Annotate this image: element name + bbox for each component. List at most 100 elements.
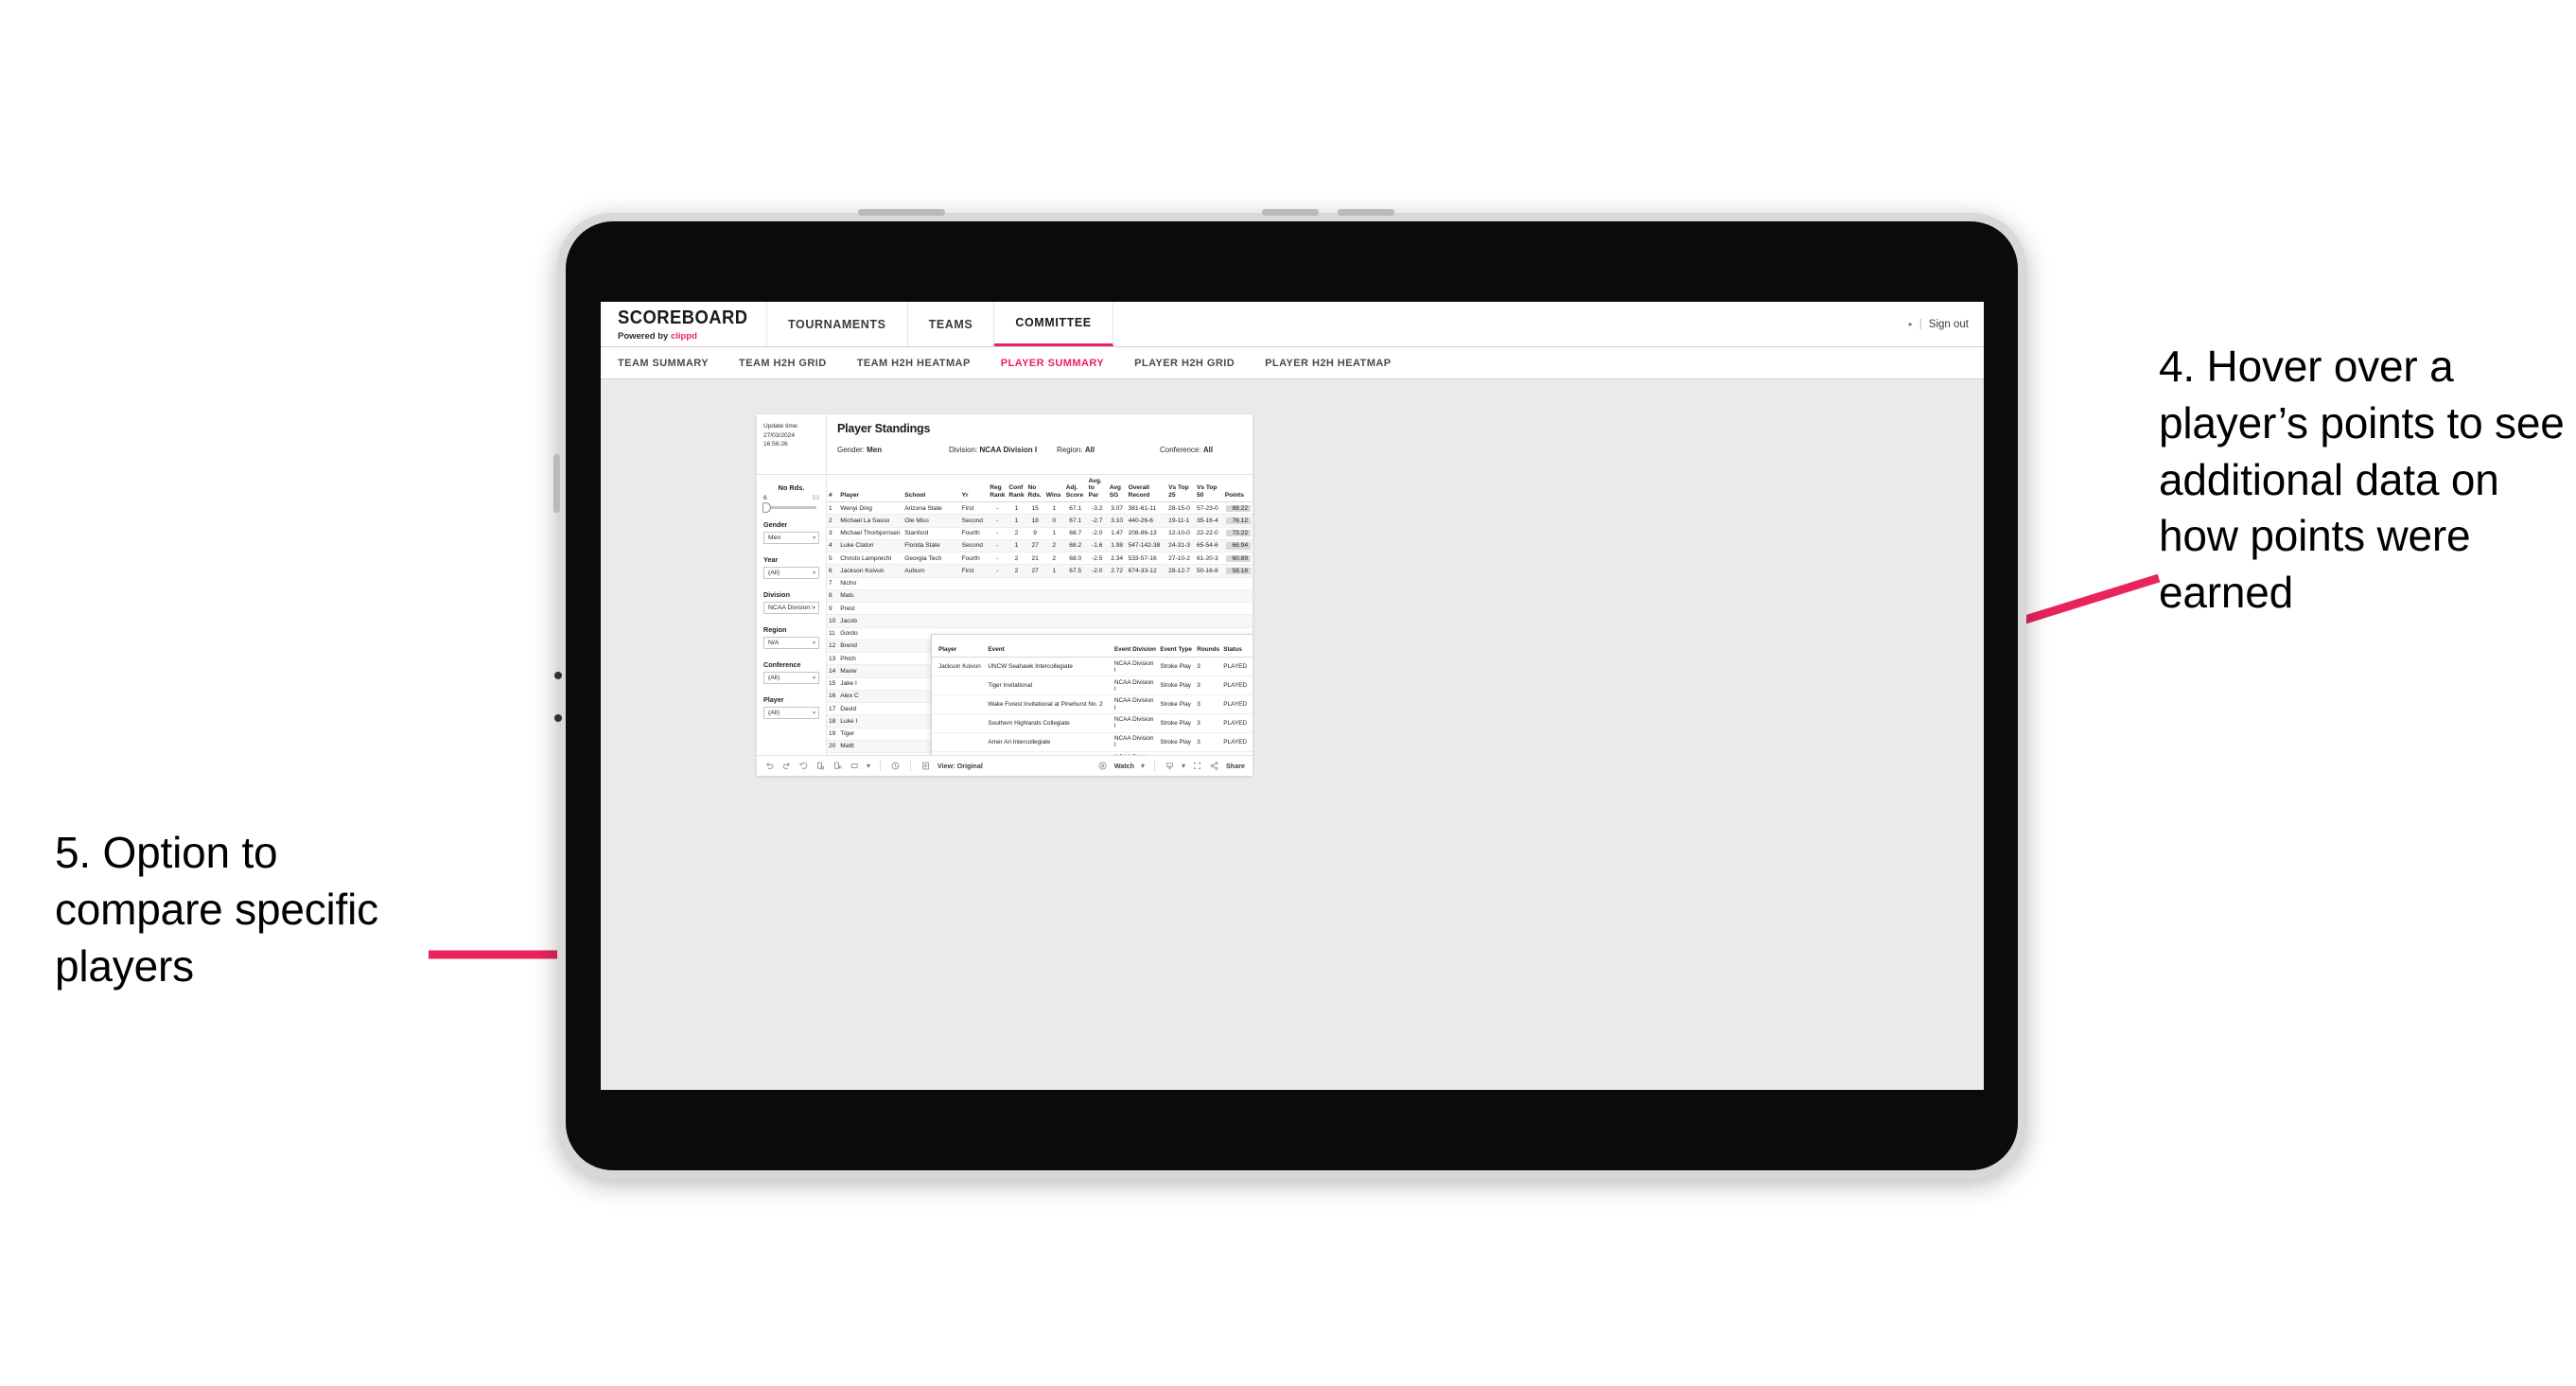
topnav-item-tournaments[interactable]: TOURNAMENTS — [767, 302, 908, 346]
table-row[interactable]: 3 Michael Thorbjornsen Stanford Fourth -2 9 1 6… — [827, 527, 1253, 540]
cell-yr: Fourth — [959, 527, 989, 540]
power-button[interactable] — [858, 209, 945, 216]
filter-group-region: Region N/A ▾ — [763, 625, 819, 649]
cell-t50: 57-23-0 — [1194, 501, 1223, 516]
tip-cell-type: Stroke Play — [1158, 694, 1196, 714]
col-rank[interactable]: # — [827, 475, 839, 503]
filter-select-division[interactable]: NCAA Division I ▾ — [763, 602, 819, 614]
cell-num: 5 — [827, 552, 839, 566]
share-label[interactable]: Share — [1226, 762, 1245, 770]
cell-reg: - — [988, 514, 1008, 528]
standings-table-wrap[interactable]: # Player School Yr Reg Rank Conf Rank No… — [827, 475, 1253, 755]
cell-rds: 15 — [1025, 501, 1044, 516]
points-badge[interactable]: 76.12 — [1226, 517, 1251, 525]
user-caret-icon[interactable]: ▸ — [1909, 320, 1913, 328]
col-player[interactable]: Player — [838, 475, 903, 503]
cell-wins: 1 — [1043, 527, 1064, 540]
sign-out-link[interactable]: Sign out — [1929, 319, 1969, 330]
volume-down-button[interactable] — [1338, 209, 1394, 216]
filter-label-player: Player — [763, 695, 784, 704]
col-yr[interactable]: Yr — [959, 475, 989, 503]
cell-school: Auburn — [902, 564, 960, 578]
tooltip-row: Southern Highlands Collegiate NCAA Divisi… — [932, 713, 1253, 733]
col-overall-record[interactable]: Overall Record — [1126, 475, 1167, 503]
view-icon[interactable] — [920, 761, 931, 771]
cell-record — [1126, 577, 1167, 590]
col-no-rds[interactable]: No Rds. — [1025, 475, 1044, 503]
view-original-label[interactable]: View: Original — [938, 762, 983, 770]
cell-school: Arizona State — [902, 501, 960, 516]
points-badge[interactable]: 58.18 — [1226, 567, 1251, 575]
side-button[interactable] — [553, 454, 560, 513]
points-badge[interactable]: 88.22 — [1226, 504, 1251, 512]
col-school[interactable]: School — [902, 475, 960, 503]
col-reg-rank[interactable]: Reg Rank — [988, 475, 1008, 503]
slider-handle[interactable] — [762, 502, 771, 513]
tip-cell-player — [932, 751, 987, 755]
cell-par: -2.7 — [1086, 514, 1108, 528]
undo-icon[interactable] — [764, 761, 775, 771]
subnav-item-team-h2h-grid[interactable]: TEAM H2H GRID — [739, 358, 842, 369]
tip-col-event: Event — [986, 635, 1113, 658]
filter-select-region[interactable]: N/A ▾ — [763, 637, 819, 649]
watch-label[interactable]: Watch — [1114, 762, 1134, 770]
tooltip-row: Tiger Invitational NCAA Division I Stroke … — [932, 675, 1253, 696]
device-caret-icon[interactable]: ▾ — [867, 762, 870, 770]
points-badge[interactable]: 73.22 — [1226, 530, 1251, 537]
col-conf-rank[interactable]: Conf Rank — [1007, 475, 1026, 503]
rounds-slider[interactable] — [762, 502, 816, 513]
subnav-item-team-summary[interactable]: TEAM SUMMARY — [618, 358, 724, 369]
cell-rds — [1025, 602, 1044, 616]
tip-cell-division: NCAA Division I — [1112, 713, 1159, 733]
table-row[interactable]: 8 Mats — [827, 589, 1253, 604]
revert-icon[interactable] — [798, 761, 809, 771]
subnav-item-player-h2h-grid[interactable]: PLAYER H2H GRID — [1134, 358, 1250, 369]
topnav-item-teams[interactable]: TEAMS — [908, 302, 995, 346]
filter-select-player[interactable]: (All) ▾ — [763, 707, 819, 719]
share-icon[interactable] — [1209, 761, 1219, 771]
cell-record — [1126, 614, 1167, 628]
filter-select-conference[interactable]: (All) ▾ — [763, 672, 819, 684]
table-row[interactable]: 1 Wenyi Ding Arizona State First -1 15 1 67.1 -3… — [827, 501, 1253, 516]
col-avg-sg[interactable]: Avg SG — [1107, 475, 1127, 503]
watch-caret-icon[interactable]: ▾ — [1141, 762, 1145, 770]
tooltip-row: The Cypress Point ClassicNCAA Division I… — [932, 751, 1253, 755]
slider-max-value: 52 — [812, 495, 819, 501]
table-row[interactable]: 6 Jackson Koivun Auburn First -2 27 1 67.5 -2.0 2… — [827, 564, 1253, 578]
col-wins[interactable]: Wins — [1043, 475, 1064, 503]
table-row[interactable]: 9 Prest — [827, 602, 1253, 616]
table-row[interactable]: 10 Jacob — [827, 614, 1253, 628]
subnav-item-player-summary[interactable]: PLAYER SUMMARY — [1001, 358, 1119, 369]
watch-icon[interactable] — [1097, 761, 1108, 771]
device-layout-icon[interactable] — [850, 761, 860, 771]
tip-cell-division: NCAA Division I — [1112, 675, 1159, 696]
col-avg-to-par[interactable]: Avg. to Par — [1086, 475, 1108, 503]
redo-icon[interactable] — [781, 761, 792, 771]
cell-num: 21 — [827, 752, 839, 755]
history-icon[interactable] — [890, 761, 901, 771]
filter-select-year[interactable]: (All) ▾ — [763, 567, 819, 579]
subnav-item-team-h2h-heatmap[interactable]: TEAM H2H HEATMAP — [857, 358, 986, 369]
col-points[interactable]: Points — [1222, 475, 1253, 503]
filter-select-gender[interactable]: Men ▾ — [763, 532, 819, 544]
col-vs-top-50[interactable]: Vs Top 50 — [1194, 475, 1223, 503]
pause-data-icon[interactable] — [832, 761, 843, 771]
cell-t50: 65-54-6 — [1194, 539, 1223, 553]
table-row[interactable]: 4 Luke Claton Florida State Second -1 27 2 68.2… — [827, 539, 1253, 553]
download-icon[interactable] — [1165, 761, 1175, 771]
col-vs-top-25[interactable]: Vs Top 25 — [1166, 475, 1195, 503]
volume-up-button[interactable] — [1262, 209, 1319, 216]
fullscreen-icon[interactable] — [1192, 761, 1202, 771]
table-row[interactable]: 5 Christo Lamprecht Georgia Tech Fourth -2 21… — [827, 552, 1253, 566]
topnav-item-committee[interactable]: COMMITTEE — [994, 302, 1113, 346]
table-row[interactable]: 7 Nicho — [827, 577, 1253, 590]
subnav-item-player-h2h-heatmap[interactable]: PLAYER H2H HEATMAP — [1265, 358, 1406, 369]
points-badge[interactable]: 66.94 — [1226, 542, 1251, 550]
col-adj-score[interactable]: Adj. Score — [1063, 475, 1087, 503]
cell-player: Alex C — [838, 690, 903, 704]
refresh-data-icon[interactable] — [815, 761, 826, 771]
download-caret-icon[interactable]: ▾ — [1182, 762, 1185, 770]
table-row[interactable]: 2 Michael La Sasso Ole Miss Second -1 18 0 67.1… — [827, 514, 1253, 528]
brand-logo[interactable]: SCOREBOARD Powered by clippd — [601, 302, 767, 346]
points-badge[interactable]: 60.89 — [1226, 554, 1251, 562]
